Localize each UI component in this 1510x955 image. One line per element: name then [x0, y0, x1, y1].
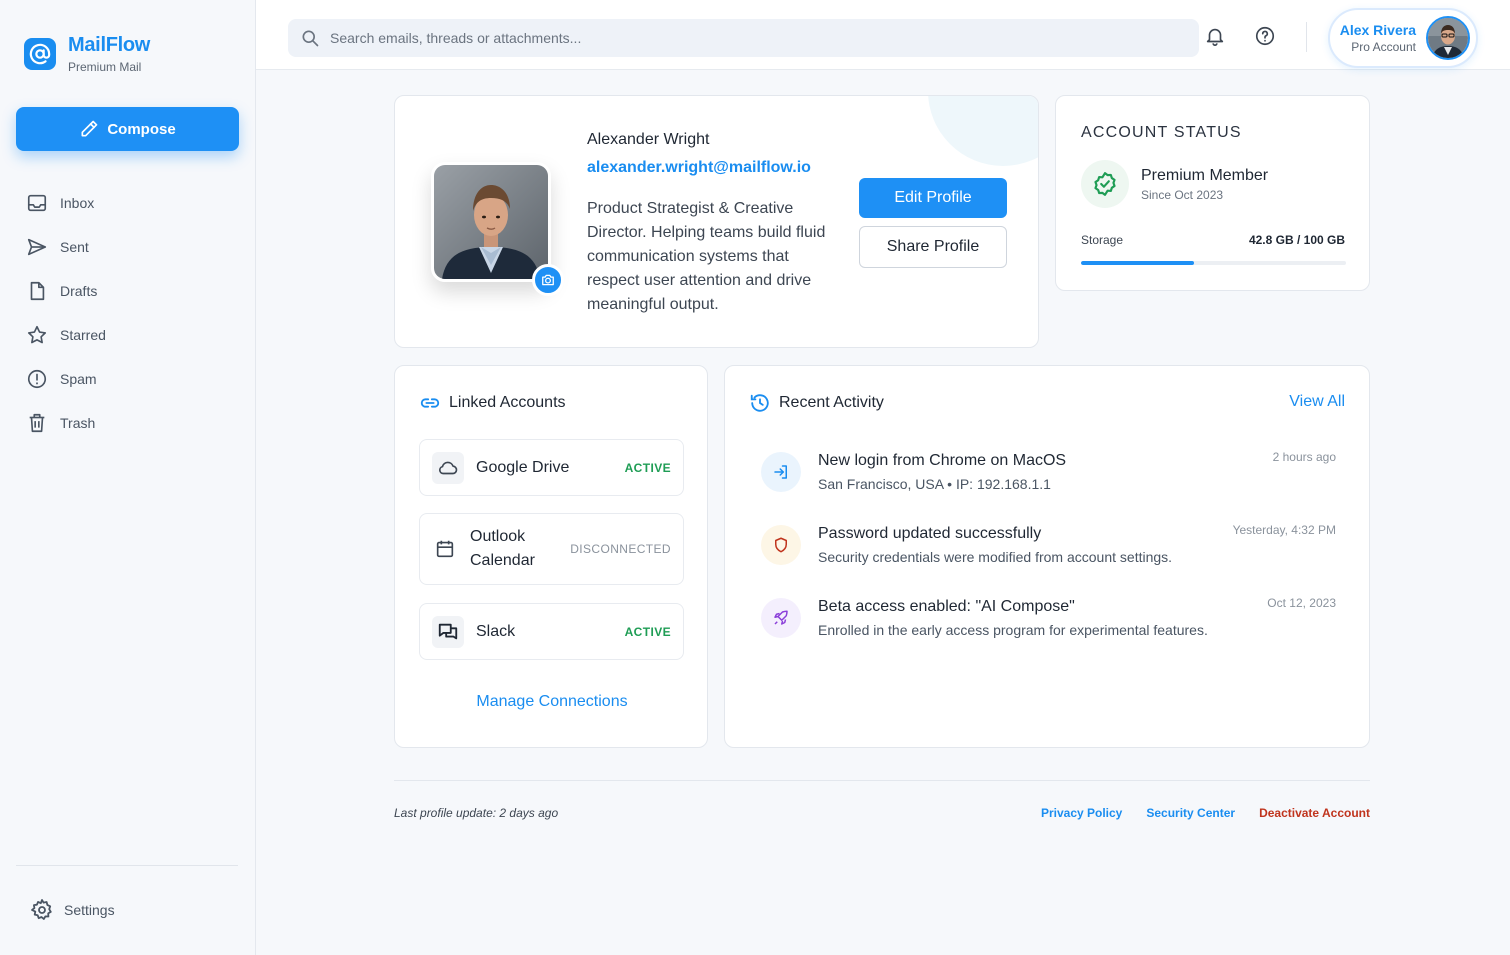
membership-since: Since Oct 2023 [1141, 188, 1224, 202]
profile-name: Alexander Wright [587, 131, 710, 148]
activity-title: Password updated successfully [818, 525, 1042, 542]
rocket-icon [761, 598, 801, 638]
send-icon [27, 238, 47, 256]
sidebar-item-label: Drafts [60, 283, 98, 299]
linked-account-slack[interactable]: Slack ACTIVE [419, 603, 684, 660]
star-icon [27, 325, 47, 344]
share-profile-button[interactable]: Share Profile [859, 226, 1007, 268]
topbar: Alex Rivera Pro Account [256, 0, 1510, 70]
activity-subtitle: San Francisco, USA • IP: 192.168.1.1 [818, 476, 1051, 492]
manage-connections-link[interactable]: Manage Connections [395, 693, 707, 711]
help-icon[interactable] [1254, 25, 1276, 47]
sidebar-item-label: Sent [60, 239, 89, 255]
user-menu[interactable]: Alex Rivera Pro Account [1328, 8, 1478, 68]
shield-icon [761, 525, 801, 565]
file-icon [30, 281, 45, 301]
view-all-link[interactable]: View All [1289, 393, 1345, 411]
storage-progress [1081, 261, 1346, 265]
deactivate-account-link[interactable]: Deactivate Account [1259, 806, 1370, 820]
profile-bio: Product Strategist & Creative Director. … [587, 200, 826, 313]
activity-time: Yesterday, 4:32 PM [1232, 523, 1336, 537]
linked-account-name: Slack [476, 622, 516, 640]
user-role: Pro Account [1351, 40, 1416, 54]
sidebar-item-settings[interactable]: Settings [30, 888, 115, 932]
compose-button[interactable]: Compose [16, 107, 239, 151]
bell-icon[interactable] [1204, 25, 1226, 47]
sidebar-divider [16, 865, 238, 866]
linked-account-outlook-calendar[interactable]: Outlook Calendar DISCONNECTED [419, 513, 684, 585]
alert-icon [27, 369, 47, 389]
at-sign-icon [24, 38, 56, 70]
edit-profile-button[interactable]: Edit Profile [859, 178, 1007, 218]
compose-label: Compose [107, 120, 176, 138]
storage-progress-fill [1081, 261, 1195, 265]
security-center-link[interactable]: Security Center [1146, 806, 1235, 820]
recent-activity-card: Recent Activity View All New login from … [724, 365, 1370, 748]
user-name: Alex Rivera [1339, 22, 1416, 38]
status-badge: ACTIVE [624, 460, 671, 475]
change-photo-button[interactable] [532, 264, 564, 296]
footer-divider [394, 780, 1370, 781]
sidebar-item-sent[interactable]: Sent [26, 225, 236, 269]
settings-label: Settings [64, 902, 115, 918]
profile-email[interactable]: alexander.wright@mailflow.io [587, 159, 811, 177]
link-icon [420, 398, 440, 408]
membership-tier: Premium Member [1141, 167, 1269, 184]
linked-account-name: Google Drive [476, 458, 570, 476]
activity-time: 2 hours ago [1272, 450, 1336, 464]
search-input[interactable] [330, 30, 1170, 46]
cloud-icon [432, 451, 464, 484]
gear-icon [31, 899, 52, 920]
linked-account-name: Outlook Calendar [470, 528, 535, 569]
brand-subtitle: Premium Mail [68, 60, 142, 74]
sidebar-item-drafts[interactable]: Drafts [26, 269, 236, 313]
sidebar-item-label: Inbox [60, 195, 95, 211]
account-status-card: ACCOUNT STATUS Premium Member Since Oct … [1055, 95, 1370, 291]
activity-title: Beta access enabled: "AI Compose" [818, 598, 1075, 615]
sidebar-item-starred[interactable]: Starred [26, 313, 236, 357]
storage-label: Storage [1081, 233, 1124, 247]
status-badge: DISCONNECTED [570, 542, 671, 556]
linked-account-google-drive[interactable]: Google Drive ACTIVE [419, 439, 684, 496]
storage-value: 42.8 GB / 100 GB [1248, 233, 1345, 247]
login-icon [761, 452, 801, 492]
chat-icon [432, 615, 464, 648]
profile-card: Alexander Wright alexander.wright@mailfl… [394, 95, 1039, 348]
search-icon [302, 30, 319, 47]
sidebar-item-label: Trash [60, 415, 96, 431]
verified-badge-icon [1081, 160, 1129, 208]
sidebar-item-trash[interactable]: Trash [26, 401, 236, 445]
inbox-icon [27, 194, 47, 212]
privacy-policy-link[interactable]: Privacy Policy [1041, 806, 1122, 820]
profile-photo [431, 162, 551, 282]
status-badge: ACTIVE [624, 624, 671, 639]
activity-time: Oct 12, 2023 [1267, 596, 1336, 610]
footer-links: Privacy Policy Security Center Deactivat… [1041, 806, 1370, 820]
linked-accounts-title: Linked Accounts [449, 394, 566, 411]
sidebar-item-label: Starred [60, 327, 106, 343]
history-icon [750, 394, 769, 412]
activity-subtitle: Enrolled in the early access program for… [818, 622, 1208, 638]
sidebar: MailFlow Premium Mail Compose Inbox Sent… [0, 0, 256, 955]
trash-icon [29, 413, 45, 433]
sidebar-item-spam[interactable]: Spam [26, 357, 236, 401]
topbar-divider [1306, 22, 1307, 52]
activity-subtitle: Security credentials were modified from … [818, 549, 1173, 565]
decorative-circle [928, 96, 1038, 166]
brand-name: MailFlow [68, 34, 151, 56]
brand[interactable]: MailFlow Premium Mail [24, 34, 150, 74]
sidebar-nav: Inbox Sent Drafts Starred Spam Trash [26, 181, 236, 445]
calendar-icon [432, 533, 458, 565]
last-update-note: Last profile update: 2 days ago [394, 806, 559, 820]
linked-accounts-card: Linked Accounts Google Drive ACTIVE Outl… [394, 365, 708, 748]
status-title: ACCOUNT STATUS [1081, 124, 1242, 141]
pencil-icon [81, 120, 98, 137]
camera-icon [542, 274, 554, 286]
avatar [1426, 16, 1470, 60]
activity-title: New login from Chrome on MacOS [818, 452, 1067, 469]
recent-activity-title: Recent Activity [779, 394, 884, 411]
sidebar-item-label: Spam [60, 371, 97, 387]
search-bar[interactable] [288, 19, 1199, 57]
sidebar-item-inbox[interactable]: Inbox [26, 181, 236, 225]
